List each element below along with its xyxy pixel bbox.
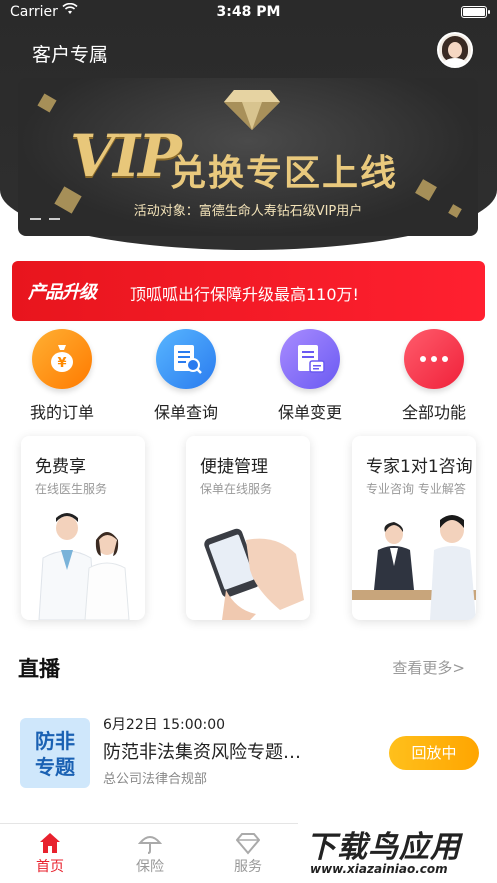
- decor-cube: [37, 93, 57, 113]
- phone-hand-illustration: [204, 528, 304, 620]
- thumb-text-line1: 防非: [35, 729, 75, 753]
- banner-vip-text: VIP: [70, 122, 182, 190]
- live-date: 6月22日 15:00:00: [103, 717, 226, 733]
- home-icon: [10, 830, 90, 856]
- more-dots-icon: [404, 329, 464, 389]
- diamond-icon: [208, 830, 288, 856]
- quick-action-label: 我的订单: [29, 403, 94, 422]
- promo-tag: 产品升级: [28, 282, 97, 303]
- service-card-online-doctor[interactable]: 免费享 在线医生服务: [21, 436, 145, 620]
- tab-home[interactable]: 首页: [10, 830, 90, 876]
- status-bar: Carrier 3:48 PM: [0, 0, 497, 26]
- decor-cube: [415, 179, 437, 201]
- quick-action-policy-query[interactable]: 保单查询: [136, 329, 236, 423]
- umbrella-icon: [110, 830, 190, 856]
- tab-label: 保险: [136, 859, 164, 875]
- card-title: 专家1对1咨询: [366, 457, 473, 477]
- document-search-icon: [156, 329, 216, 389]
- svg-text:¥: ¥: [57, 356, 66, 371]
- watermark-logo: 下载鸟应用 www.xiazainiao.com: [298, 818, 497, 883]
- card-title: 免费享: [35, 457, 86, 477]
- battery-icon: [461, 6, 490, 18]
- quick-action-label: 全部功能: [401, 403, 466, 422]
- banner-description: 活动对象：富德生命人寿钻石级VIP用户: [133, 204, 363, 219]
- quick-action-orders[interactable]: ¥ 我的订单: [12, 329, 112, 423]
- quick-action-all-functions[interactable]: 全部功能: [384, 329, 484, 423]
- live-see-more-link[interactable]: 查看更多>: [392, 657, 465, 678]
- service-card-policy-management[interactable]: 便捷管理 保单在线服务: [186, 436, 310, 620]
- status-time: 3:48 PM: [216, 4, 281, 20]
- live-section-title: 直播: [18, 657, 60, 681]
- tab-service[interactable]: 服务: [208, 830, 288, 876]
- card-subtitle: 专业咨询 专业解答: [366, 482, 466, 496]
- tab-label: 服务: [234, 859, 262, 875]
- doctors-illustration: [38, 513, 130, 620]
- watermark-url: www.xiazainiao.com: [310, 862, 448, 876]
- service-card-expert-consult[interactable]: 专家1对1咨询 专业咨询 专业解答: [352, 436, 476, 620]
- tab-insurance[interactable]: 保险: [110, 830, 190, 876]
- promo-message: 顶呱呱出行保障升级最高110万!: [130, 285, 359, 304]
- quick-action-label: 保单变更: [277, 403, 342, 422]
- quick-action-policy-change[interactable]: 保单变更: [260, 329, 360, 423]
- quick-action-label: 保单查询: [153, 403, 218, 422]
- live-thumbnail[interactable]: 防非 专题: [20, 718, 90, 788]
- avatar[interactable]: [437, 32, 473, 68]
- promo-banner[interactable]: 产品升级 顶呱呱出行保障升级最高110万!: [12, 261, 485, 321]
- live-organizer: 总公司法律合规部: [103, 772, 208, 787]
- vip-banner[interactable]: VIP 兑换专区上线 活动对象：富德生命人寿钻石级VIP用户: [18, 78, 478, 236]
- consultation-illustration: [352, 515, 476, 620]
- document-edit-icon: [280, 329, 340, 389]
- card-subtitle: 保单在线服务: [200, 482, 273, 496]
- tab-label: 首页: [36, 859, 64, 875]
- live-title[interactable]: 防范非法集资风险专题…: [103, 738, 335, 764]
- page-title: 客户专属: [32, 44, 109, 66]
- card-subtitle: 在线医生服务: [35, 482, 108, 496]
- card-title: 便捷管理: [200, 457, 268, 477]
- banner-headline: 兑换专区上线: [170, 153, 399, 194]
- watermark-brand: 下载鸟应用: [306, 830, 461, 865]
- thumb-text-line2: 专题: [35, 755, 75, 779]
- replay-button[interactable]: 回放中: [389, 736, 479, 770]
- diamond-gem-icon: [224, 90, 280, 130]
- money-bag-icon: ¥: [32, 329, 92, 389]
- carousel-indicator: [30, 205, 68, 224]
